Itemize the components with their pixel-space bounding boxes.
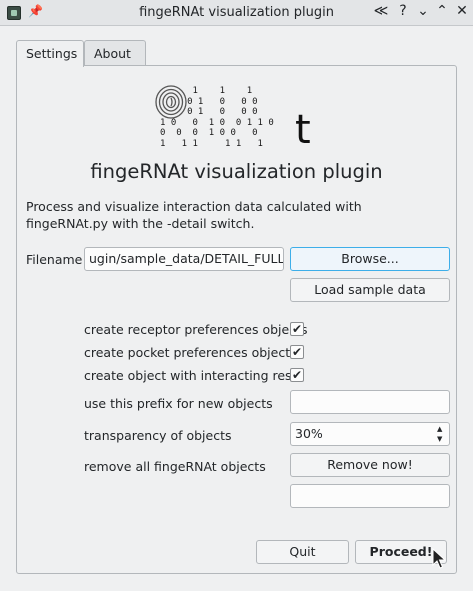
binary-line: 0 1 0 0 0 (160, 96, 258, 107)
spinbox-arrows[interactable]: ▲ ▼ (437, 424, 447, 444)
transparency-label: transparency of objects (84, 428, 232, 443)
binary-line: 1 1 1 (160, 86, 253, 96)
prefix-label: use this prefix for new objects (84, 396, 273, 411)
interacting-residues-label: create object with interacting res. (84, 368, 296, 383)
browse-button[interactable]: Browse... (290, 247, 450, 271)
binary-line: 1 1 1 1 1 1 (160, 138, 263, 149)
binary-line: 1 0 0 1 0 0 1 1 0 (160, 117, 274, 128)
load-sample-button[interactable]: Load sample data (290, 278, 450, 302)
tab-about[interactable]: About (84, 40, 146, 66)
filename-label: Filename (26, 252, 83, 267)
plugin-heading: fingeRNAt visualization plugin (90, 160, 383, 183)
title-bar: 📌 fingeRNAt visualization plugin ≪ ? ⌄ ⌃… (0, 0, 473, 26)
remove-objects-label: remove all fingeRNAt objects (84, 459, 266, 474)
interacting-residues-checkbox[interactable]: ✔ (290, 368, 304, 382)
tab-settings[interactable]: Settings (16, 40, 84, 67)
binary-line: 0 0 0 1 0 0 0 (160, 128, 258, 138)
quit-button[interactable]: Quit (256, 540, 349, 564)
spin-up-icon[interactable]: ▲ (437, 425, 442, 433)
pocket-preferences-label: create pocket preferences objects (84, 345, 297, 360)
description-text: Process and visualize interaction data c… (26, 199, 362, 231)
binary-line: 0 1 0 0 0 (160, 107, 258, 117)
minimize-icon[interactable]: ⌄ (415, 3, 431, 19)
pocket-preferences-checkbox[interactable]: ✔ (290, 345, 304, 359)
fingernat-logo: 1 1 1 0 1 0 0 0 0 1 0 0 01 0 0 1 0 0 1 1… (150, 80, 320, 160)
prefix-input[interactable] (290, 390, 450, 414)
keep-above-icon[interactable]: ≪ (373, 3, 389, 19)
receptor-preferences-label: create receptor preferences objects (84, 322, 308, 337)
remove-result-field (290, 484, 450, 508)
spin-down-icon[interactable]: ▼ (437, 435, 442, 443)
receptor-preferences-checkbox[interactable]: ✔ (290, 322, 304, 336)
close-icon[interactable]: ✕ (454, 3, 470, 19)
maximize-icon[interactable]: ⌃ (434, 3, 450, 19)
binary-art: 1 1 1 0 1 0 0 0 0 1 0 0 01 0 0 1 0 0 1 1… (160, 86, 274, 149)
filename-input[interactable]: ugin/sample_data/DETAIL_FULL.tsv (84, 247, 284, 271)
help-icon[interactable]: ? (395, 3, 411, 19)
mouse-cursor-icon (432, 548, 446, 569)
transparency-value: 30% (295, 426, 323, 441)
logo-letter: t (295, 107, 311, 153)
remove-now-button[interactable]: Remove now! (290, 453, 450, 477)
transparency-spinbox[interactable]: 30% ▲ ▼ (290, 422, 450, 446)
